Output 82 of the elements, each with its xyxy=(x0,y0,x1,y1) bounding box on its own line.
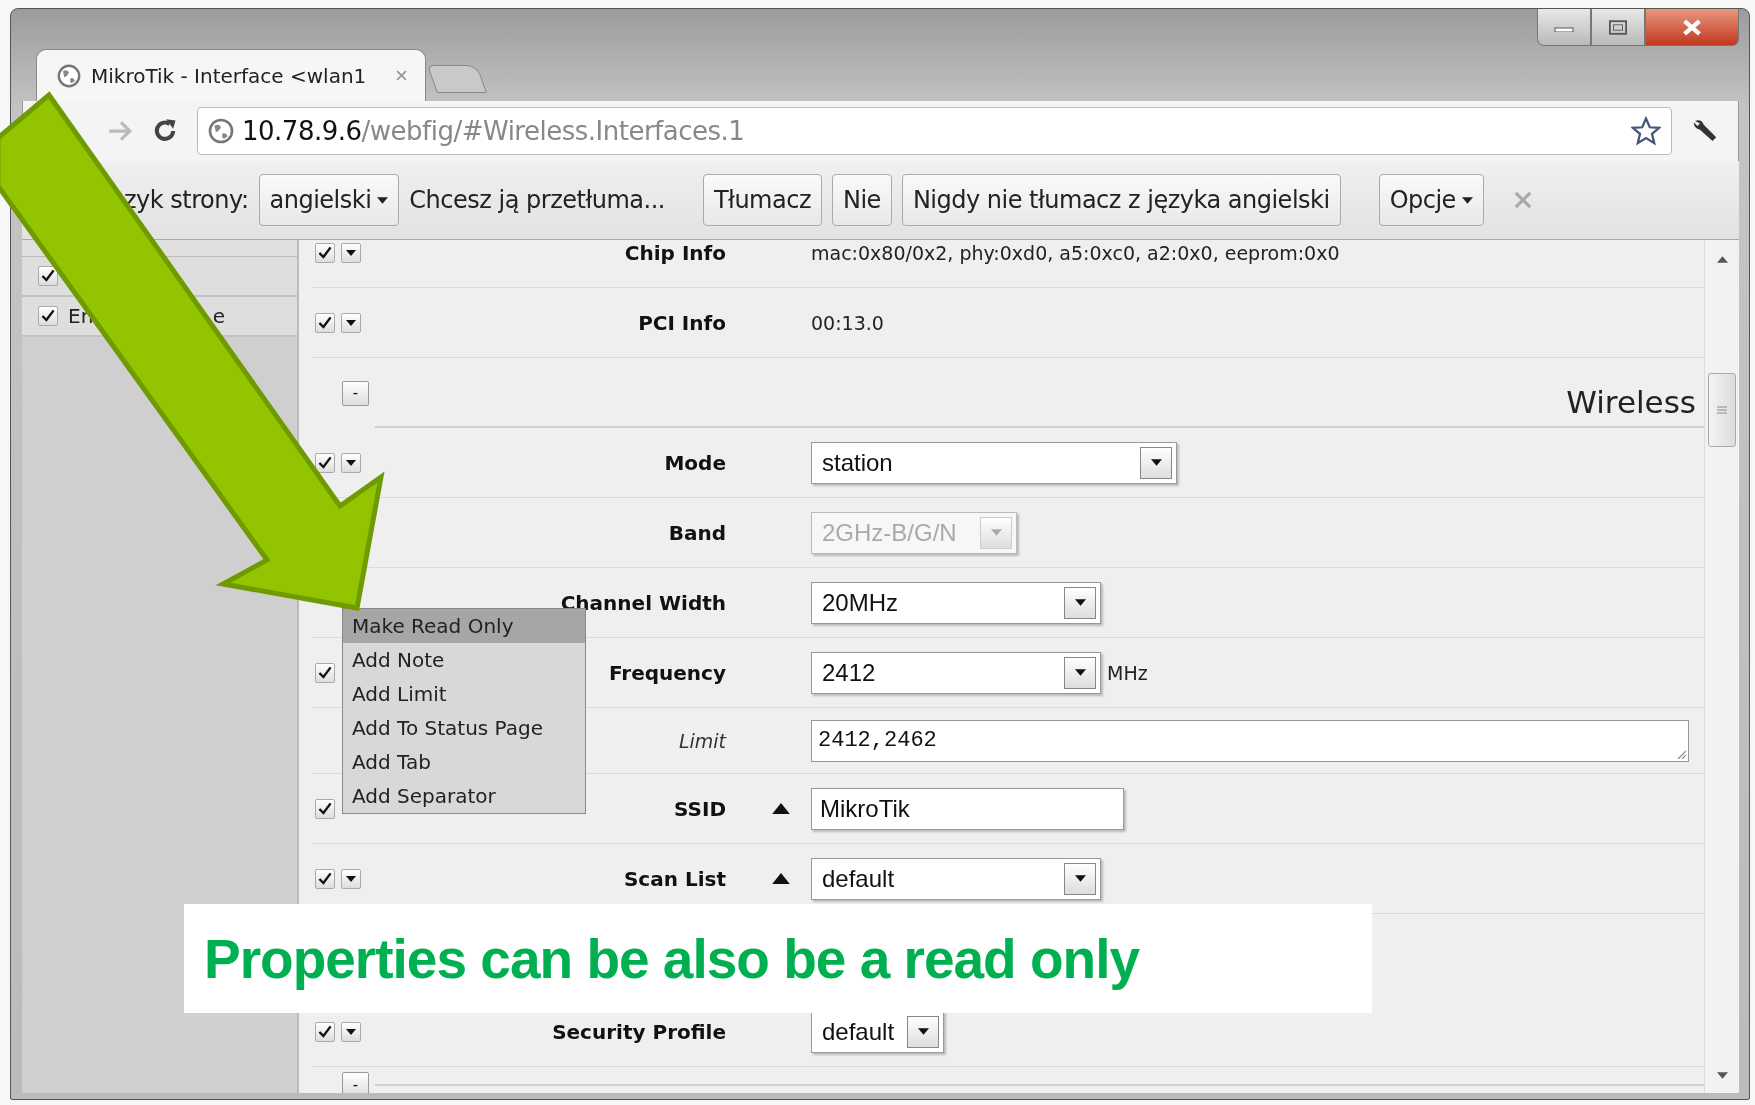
restore-icon xyxy=(1609,19,1627,35)
row-menu-button[interactable] xyxy=(341,1021,361,1042)
menu-item[interactable]: Make Read Only xyxy=(343,609,585,643)
maximize-button[interactable] xyxy=(1591,9,1645,46)
collapse-arrow-icon[interactable] xyxy=(772,803,790,814)
property-value: mac:0x80/0x2, phy:0xd0, a5:0xc0, a2:0x0, eeprom:0x0 xyxy=(811,241,1340,264)
caret-icon xyxy=(917,1028,929,1035)
caret-icon xyxy=(346,1028,356,1035)
globe-icon xyxy=(57,63,81,88)
checkbox[interactable] xyxy=(315,312,335,333)
limit-label: Limit xyxy=(678,729,726,752)
caret-icon xyxy=(377,196,389,204)
close-button[interactable] xyxy=(1645,9,1739,46)
caret-icon xyxy=(346,459,356,466)
menu-item[interactable]: Add To Status Page xyxy=(343,711,585,745)
translate-question: Chcesz ją przetłuma... xyxy=(409,186,665,214)
menu-item[interactable]: Add Note xyxy=(343,643,585,677)
collapse-arrow-icon[interactable] xyxy=(772,873,790,884)
unit-label: MHz xyxy=(1107,661,1148,684)
property-value: 00:13.0 xyxy=(811,311,884,334)
star-icon[interactable] xyxy=(1631,116,1661,146)
scroll-up-icon[interactable] xyxy=(1716,256,1728,263)
property-label: Band xyxy=(668,520,726,545)
collapse-button[interactable]: - xyxy=(342,380,369,406)
menu-item[interactable]: Add Limit xyxy=(343,677,585,711)
select-field[interactable]: 2412 xyxy=(811,651,1101,694)
minimize-button[interactable] xyxy=(1537,9,1591,46)
language-dropdown[interactable]: angielski xyxy=(258,174,400,226)
checkbox[interactable] xyxy=(38,266,58,286)
caret-icon xyxy=(1074,875,1086,882)
scroll-down-icon[interactable] xyxy=(1716,1072,1728,1079)
property-label: Chip Info xyxy=(624,240,726,265)
checkbox[interactable] xyxy=(315,1021,335,1042)
scroll-thumb[interactable] xyxy=(1708,373,1736,447)
caret-icon xyxy=(346,319,356,326)
menu-item[interactable]: Add Separator xyxy=(343,779,585,813)
row-menu-button[interactable] xyxy=(341,312,361,333)
caption-banner: Properties can be also be a read only xyxy=(184,904,1372,1013)
caret-icon xyxy=(1150,459,1162,466)
select-field[interactable]: default xyxy=(811,857,1101,900)
property-label: Mode xyxy=(664,450,726,475)
translate-bar-button[interactable]: Nie xyxy=(832,174,892,226)
input-field[interactable]: MikroTik xyxy=(811,787,1124,830)
scrollbar[interactable] xyxy=(1704,240,1739,1093)
caret-icon xyxy=(990,529,1002,536)
collapse-button[interactable]: - xyxy=(342,1072,369,1093)
property-label: SSID xyxy=(674,796,726,821)
caret-icon xyxy=(346,249,356,256)
property-label: PCI Info xyxy=(638,310,726,335)
close-icon xyxy=(1681,18,1703,36)
translate-bar-button[interactable]: Tłumacz xyxy=(702,174,822,226)
caret-icon xyxy=(346,875,356,882)
row-menu-button[interactable] xyxy=(341,242,361,263)
select-field[interactable]: station xyxy=(811,441,1177,484)
property-label: Scan List xyxy=(623,866,726,891)
row-menu-button[interactable] xyxy=(341,868,361,889)
options-dropdown[interactable]: Opcje xyxy=(1378,174,1484,226)
checkbox[interactable] xyxy=(315,452,335,473)
caret-icon xyxy=(1074,599,1086,606)
menu-item[interactable]: Add Tab xyxy=(343,745,585,779)
sidebar-item-label: e xyxy=(212,304,225,328)
close-icon[interactable] xyxy=(396,70,407,81)
resize-grip-icon[interactable] xyxy=(1676,748,1686,759)
limit-field[interactable]: 2412,2462 xyxy=(811,719,1689,762)
checkbox[interactable] xyxy=(315,798,335,819)
row-menu-button[interactable] xyxy=(341,452,361,473)
select-field[interactable]: 20MHz xyxy=(811,581,1101,624)
select-field[interactable]: default xyxy=(811,1010,944,1053)
caret-icon xyxy=(1461,196,1473,204)
address-bar[interactable]: 10.78.9.6/webfig/#Wireless.Interfaces.1 xyxy=(197,107,1672,155)
section-heading: Wireless xyxy=(1566,384,1696,420)
checkbox[interactable] xyxy=(38,306,58,326)
translate-bar-button[interactable]: Nigdy nie tłumacz z języka angielski xyxy=(901,174,1341,226)
property-label: Frequency xyxy=(608,660,726,685)
globe-icon xyxy=(208,118,234,144)
checkbox[interactable] xyxy=(315,662,335,683)
grip-icon xyxy=(1717,406,1727,414)
property-label: Security Profile xyxy=(552,1019,726,1044)
checkbox[interactable] xyxy=(315,242,335,263)
caret-icon xyxy=(1074,669,1086,676)
browser-tab[interactable]: MikroTik - Interface <wlan1 xyxy=(36,49,426,101)
checkbox[interactable] xyxy=(315,868,335,889)
